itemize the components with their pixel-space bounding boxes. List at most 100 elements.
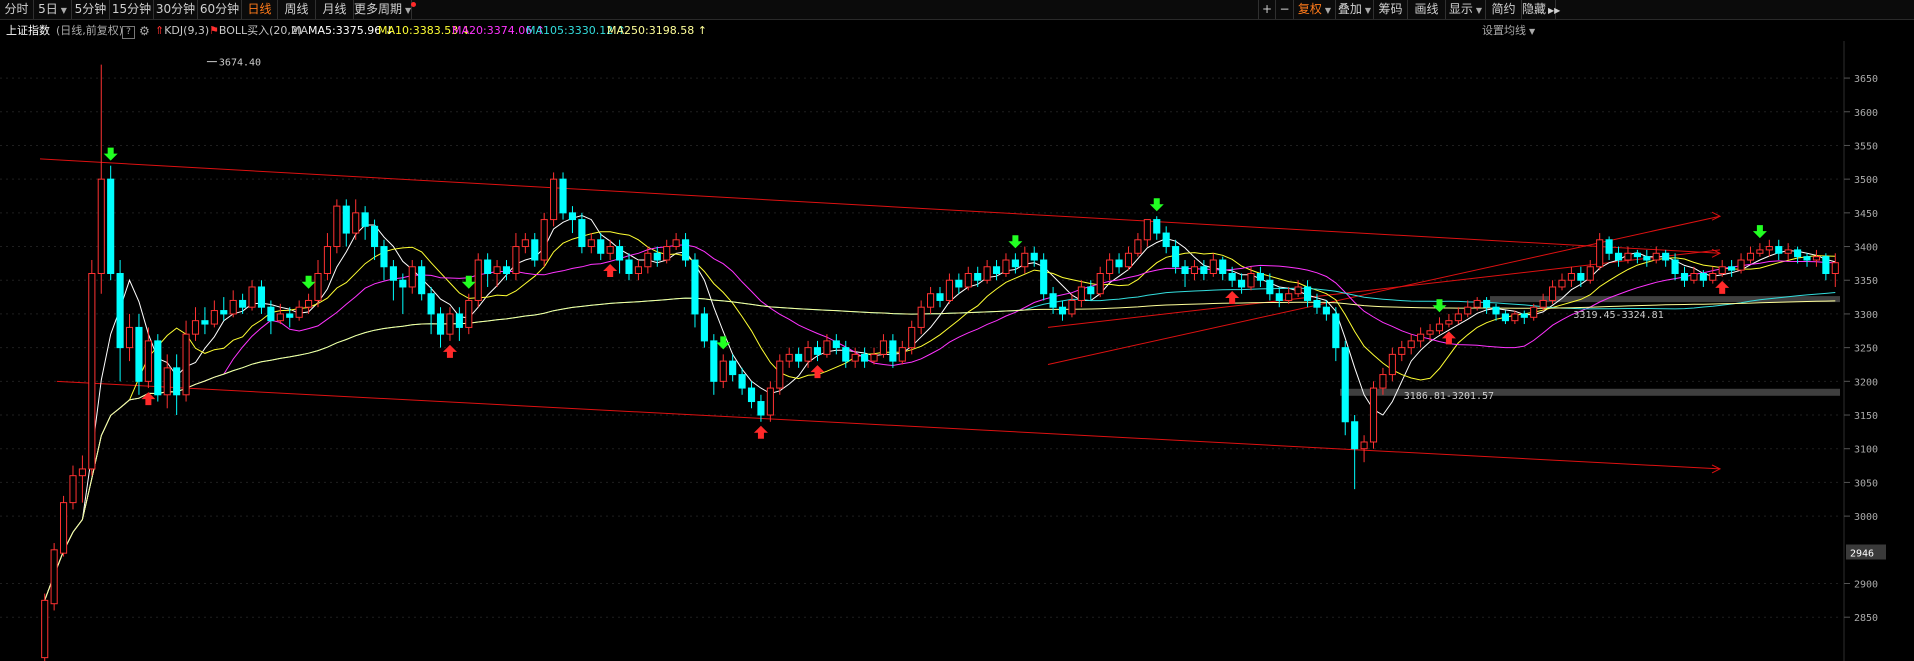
zoom-out-button[interactable]: − [1276, 0, 1294, 19]
candle [1483, 297, 1491, 314]
candle-body [1822, 256, 1830, 275]
candle-body [191, 320, 200, 335]
candle [955, 273, 963, 294]
candle-body [785, 353, 793, 362]
candle [587, 233, 595, 254]
candle-body [568, 212, 577, 221]
tab-tool-6[interactable]: 隐藏 ▶▶ [1522, 0, 1560, 19]
candle [719, 354, 727, 389]
candle-body [1030, 252, 1038, 261]
tab-period-1[interactable]: 5日 ▼ [34, 0, 72, 19]
candle [531, 233, 539, 267]
candle [295, 300, 303, 321]
tab-period-2[interactable]: 5分钟 [72, 0, 110, 19]
candle-body [1671, 259, 1679, 275]
candle-body [1068, 299, 1076, 315]
candle-body [710, 340, 718, 382]
candle-body [512, 246, 520, 274]
y-tick-label: 2900 [1854, 580, 1878, 591]
candle-body [1162, 232, 1170, 248]
zoom-in-button[interactable]: + [1258, 0, 1276, 19]
candle-body [776, 360, 784, 389]
candle-body [239, 299, 247, 308]
period-label: (日线,前复权) [56, 24, 124, 37]
candle-body [1181, 266, 1189, 274]
gear-icon[interactable]: ⚙ [139, 21, 150, 41]
candle [50, 543, 58, 611]
candle-body [1417, 333, 1425, 342]
candle-body [1445, 320, 1453, 325]
candle [1143, 219, 1151, 247]
candle-body [1530, 306, 1538, 318]
candle [314, 260, 322, 308]
candle [1558, 273, 1566, 291]
candle [747, 381, 756, 409]
candle [1680, 266, 1689, 287]
candle [1473, 297, 1481, 311]
candle-body [418, 266, 426, 295]
ma-settings-dropdown[interactable]: 设置均线 ▼ [1482, 21, 1535, 42]
tab-period-9[interactable]: 更多周期 ▼ [354, 0, 417, 19]
tab-label: 日线 [247, 2, 272, 16]
candle [927, 286, 935, 314]
candle-body [1511, 313, 1519, 322]
tab-period-0[interactable]: 分时 [0, 0, 34, 19]
candle-body [1369, 387, 1378, 443]
candle [766, 381, 774, 422]
candlestick-chart[interactable]: 3650 3600 3550 3500 3450 3400 3350 3300 3250 3200… [0, 41, 1914, 661]
tab-period-3[interactable]: 15分钟 [110, 0, 154, 19]
candle [248, 280, 256, 311]
candle-body [88, 273, 96, 470]
candle [964, 266, 972, 291]
candle-body [578, 219, 586, 248]
tab-tool-1[interactable]: 叠加 ▼ [1336, 0, 1374, 19]
candle-body [879, 340, 888, 355]
tab-tool-0[interactable]: 复权 ▼ [1294, 0, 1336, 19]
tab-period-7[interactable]: 周线 [278, 0, 316, 19]
candle-body [1765, 246, 1773, 251]
candle-body [380, 246, 388, 268]
tab-tool-4[interactable]: 显示 ▼ [1446, 0, 1486, 19]
candle-body [352, 212, 360, 234]
boll-indicator-label[interactable]: ⚑BOLL买入(20,2) [209, 21, 302, 41]
candle [418, 260, 426, 301]
candle [1435, 317, 1444, 335]
candle [163, 354, 171, 409]
candle-body [1624, 252, 1632, 261]
candle-body [927, 293, 935, 308]
candle [1652, 246, 1660, 264]
tab-tool-5[interactable]: 简约 [1486, 0, 1522, 19]
tab-tool-2[interactable]: 筹码 [1374, 0, 1408, 19]
tab-period-4[interactable]: 30分钟 [154, 0, 198, 19]
candle-body [861, 353, 869, 362]
candle [1011, 253, 1019, 274]
candle-body [1746, 252, 1755, 261]
candle-body [587, 239, 595, 248]
tab-period-5[interactable]: 60分钟 [198, 0, 242, 19]
candle-body [210, 310, 218, 325]
candle-body [964, 273, 972, 288]
kdj-indicator-label[interactable]: ⇑KDJ(9,3) [155, 21, 209, 41]
candle [1275, 286, 1283, 308]
candle [813, 340, 822, 362]
candle [408, 260, 416, 294]
candle [399, 273, 407, 314]
tab-tool-3[interactable]: 画线 [1408, 0, 1446, 19]
tab-period-6[interactable]: 日线 [242, 0, 278, 19]
candle [559, 172, 567, 220]
candle [936, 286, 944, 308]
candle-body [248, 286, 256, 308]
candle [1794, 246, 1802, 264]
tab-label: 复权 [1297, 2, 1322, 16]
help-icon[interactable]: ? [122, 21, 135, 41]
candle-body [663, 246, 671, 261]
candle [681, 233, 690, 267]
candle [474, 253, 482, 308]
candle [1115, 253, 1123, 274]
candle [879, 334, 888, 358]
tab-period-8[interactable]: 月线 [316, 0, 354, 19]
candle-body [1200, 266, 1208, 274]
candle-body [634, 266, 642, 274]
candle [1417, 327, 1425, 348]
candle [97, 64, 105, 294]
